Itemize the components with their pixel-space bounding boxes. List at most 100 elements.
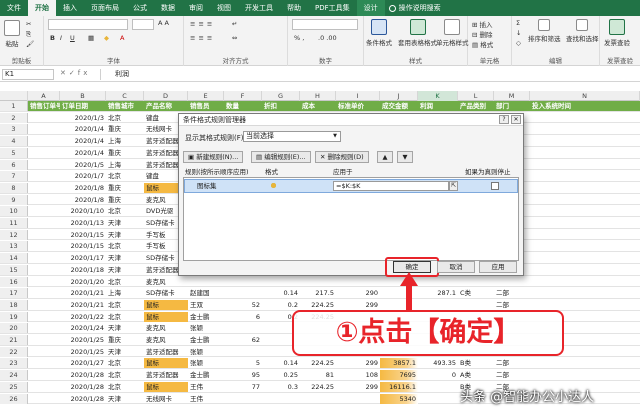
row-header[interactable]: 22 <box>0 346 28 357</box>
row-header[interactable]: 23 <box>0 358 28 369</box>
format-painter-icon[interactable]: 🖌 <box>26 40 34 48</box>
cell[interactable]: 2020/1/3 <box>60 113 106 123</box>
cell[interactable]: 2020/1/20 <box>60 277 106 287</box>
applies-to-input[interactable]: =$K:$K <box>333 181 449 191</box>
cell[interactable]: 81 <box>300 370 336 380</box>
header-cell[interactable]: 折扣 <box>262 101 300 111</box>
cell[interactable]: 金士鹏 <box>188 312 224 322</box>
cell[interactable] <box>224 394 262 404</box>
cell[interactable]: SD存储卡 <box>144 288 188 298</box>
cell[interactable] <box>530 113 640 123</box>
col-header-g[interactable]: G <box>262 91 300 101</box>
cut-icon[interactable]: ✂ <box>26 20 31 28</box>
cell[interactable]: 2020/1/28 <box>60 370 106 380</box>
font-name-select[interactable] <box>48 19 128 30</box>
cell[interactable]: 2020/1/18 <box>60 265 106 275</box>
cell[interactable] <box>28 347 60 357</box>
apply-button[interactable]: 应用 <box>479 261 517 273</box>
col-header-h[interactable]: H <box>300 91 336 101</box>
font-color-icon[interactable]: A <box>120 34 124 42</box>
italic-icon[interactable]: I <box>60 34 62 42</box>
tab-review[interactable]: 审阅 <box>182 0 210 16</box>
cell[interactable]: 2020/1/25 <box>60 347 106 357</box>
cell[interactable]: 3857.1 <box>380 358 418 369</box>
cell[interactable]: 蓝牙适配器 <box>144 347 188 357</box>
cell[interactable]: 2020/1/7 <box>60 171 106 181</box>
cell[interactable]: 77 <box>224 382 262 392</box>
cell[interactable]: 麦克风 <box>144 323 188 333</box>
cell[interactable]: 天津 <box>106 347 144 357</box>
cell[interactable]: 王伟 <box>188 382 224 392</box>
cell[interactable]: 52 <box>224 300 262 310</box>
cell[interactable]: 2020/1/10 <box>60 206 106 216</box>
cell[interactable]: 2020/1/21 <box>60 300 106 310</box>
move-down-button[interactable]: ▼ <box>397 151 413 163</box>
cell[interactable]: 金士鹏 <box>188 370 224 380</box>
row-header[interactable]: 12 <box>0 229 28 240</box>
cell[interactable]: 290 <box>336 288 380 298</box>
cell[interactable] <box>188 277 224 287</box>
cell[interactable] <box>28 394 60 404</box>
cell[interactable]: 北京 <box>106 171 144 181</box>
cell[interactable]: 2020/1/4 <box>60 148 106 158</box>
cell[interactable]: 赵建国 <box>188 288 224 298</box>
cell[interactable] <box>28 136 60 146</box>
cell[interactable] <box>28 253 60 263</box>
cell[interactable]: 上海 <box>106 160 144 170</box>
cell[interactable]: 张颖 <box>188 358 224 368</box>
row-header[interactable]: 24 <box>0 370 28 381</box>
col-header-n[interactable]: N <box>530 91 640 101</box>
col-header-b[interactable]: B <box>60 91 106 101</box>
edit-rule-button[interactable]: ▤ 编辑规则(E)... <box>251 151 311 163</box>
cell[interactable]: 2020/1/15 <box>60 230 106 240</box>
cell[interactable]: 北京 <box>106 113 144 123</box>
cell[interactable] <box>418 394 458 404</box>
header-cell[interactable]: 标准单价 <box>336 101 380 111</box>
cell[interactable]: 0.3 <box>262 382 300 392</box>
cell[interactable]: 108 <box>336 370 380 380</box>
align-top-icon[interactable]: ≡≡≡ <box>190 20 215 28</box>
number-format-select[interactable] <box>292 19 358 30</box>
cell[interactable]: 天津 <box>106 218 144 228</box>
formula-icons[interactable]: ✕✓fx <box>60 69 90 77</box>
cell[interactable]: 2020/1/5 <box>60 160 106 170</box>
cell[interactable]: 上海 <box>106 136 144 146</box>
cell[interactable]: 493.35 <box>418 358 458 368</box>
header-cell[interactable]: 销售城市 <box>106 101 144 111</box>
sort-filter-button[interactable]: 排序和筛选 <box>528 19 561 43</box>
row-header[interactable]: 15 <box>0 264 28 275</box>
cell[interactable] <box>28 265 60 275</box>
cell[interactable] <box>530 183 640 193</box>
tab-developer[interactable]: 开发工具 <box>238 0 280 16</box>
cell[interactable]: 蓝牙适配器 <box>144 370 188 380</box>
delete-cells-button[interactable]: ⊟ 删除 <box>472 29 493 39</box>
cell[interactable]: 张颖 <box>188 347 224 357</box>
tab-formulas[interactable]: 公式 <box>126 0 154 16</box>
cell[interactable]: 2020/1/4 <box>60 124 106 134</box>
show-rules-select[interactable]: 当前选择 ▼ <box>243 131 341 142</box>
font-size-select[interactable] <box>132 19 154 30</box>
cell[interactable]: 二部 <box>494 358 530 368</box>
move-up-button[interactable]: ▲ <box>377 151 393 163</box>
row-header[interactable]: 16 <box>0 276 28 287</box>
cell[interactable]: 重庆 <box>106 195 144 205</box>
cell[interactable] <box>262 394 300 404</box>
new-rule-button[interactable]: ▣ 新建规则(N)... <box>183 151 244 163</box>
cell[interactable] <box>224 288 262 298</box>
delete-rule-button[interactable]: ✕ 删除规则(D) <box>315 151 369 163</box>
cell[interactable]: 2020/1/21 <box>60 288 106 298</box>
row-header[interactable]: 14 <box>0 253 28 264</box>
col-header-j[interactable]: J <box>380 91 418 101</box>
cell[interactable] <box>336 277 380 287</box>
formula-input[interactable]: 利润 <box>100 69 636 80</box>
cell[interactable]: 北京 <box>106 241 144 251</box>
cell[interactable] <box>28 312 60 322</box>
cell[interactable] <box>530 288 640 298</box>
col-header-c[interactable]: C <box>106 91 144 101</box>
row-header[interactable]: 9 <box>0 194 28 205</box>
cell[interactable]: 张颖 <box>188 323 224 333</box>
cell[interactable]: 2020/1/25 <box>60 335 106 345</box>
cell[interactable]: 5 <box>224 358 262 368</box>
cell[interactable]: 5340 <box>380 393 418 404</box>
cell[interactable]: 王双 <box>188 300 224 310</box>
